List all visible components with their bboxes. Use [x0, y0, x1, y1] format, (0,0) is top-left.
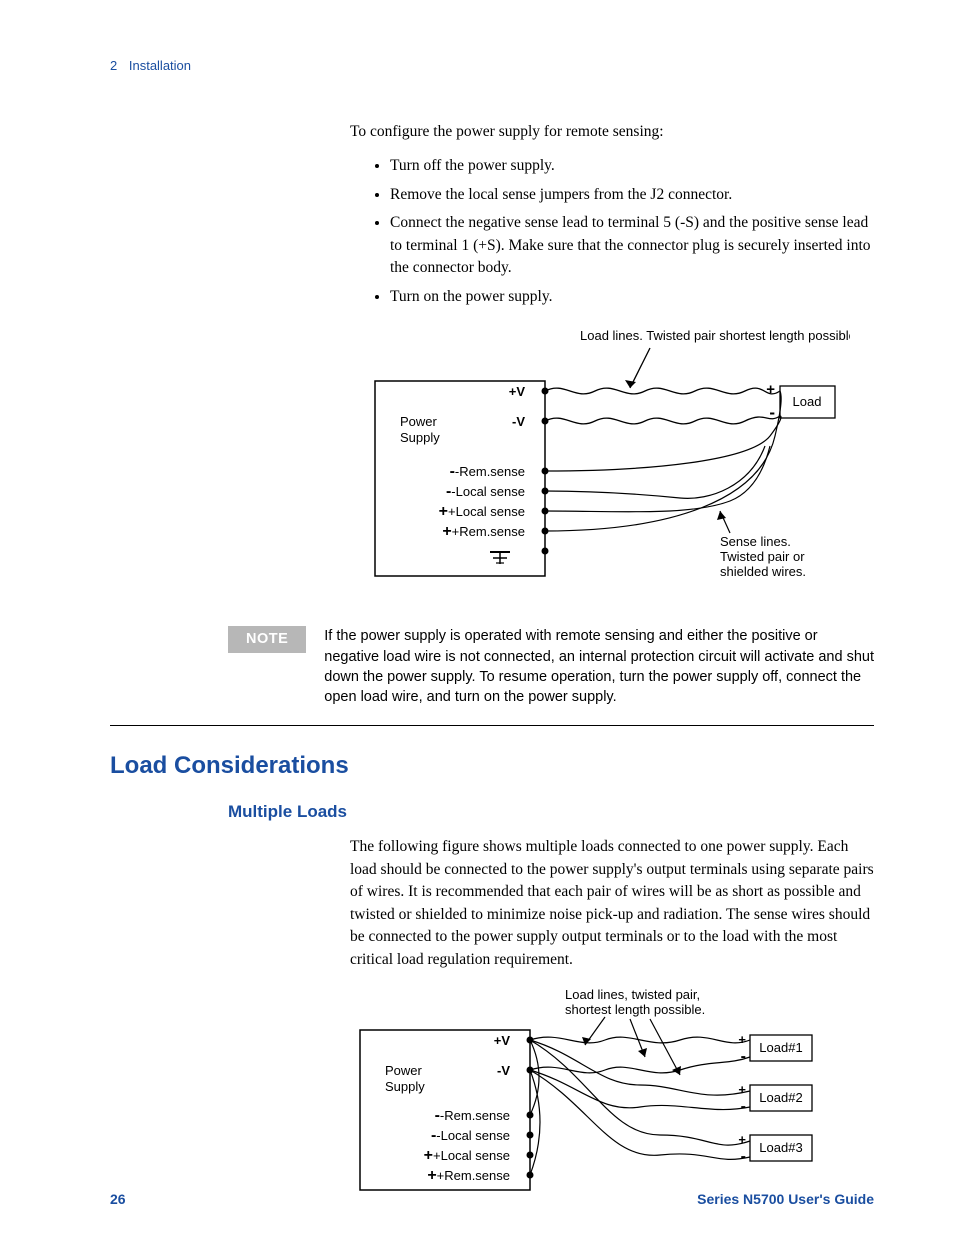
multi-loads-text-block: The following figure shows multiple load… [350, 836, 874, 971]
d2-neg-rem: --Rem.sense [435, 1107, 510, 1124]
d2-plus-v: +V [494, 1033, 511, 1048]
l1-minus: - [741, 1048, 746, 1065]
step-item: Connect the negative sense lead to termi… [390, 212, 874, 279]
note-badge: NOTE [228, 626, 306, 652]
page-number: 26 [110, 1191, 126, 1207]
load1-label: Load#1 [759, 1040, 802, 1055]
page-footer: 26 Series N5700 User's Guide [110, 1191, 874, 1207]
diagram-caption-side: Sense lines. Twisted pair or shielded wi… [720, 534, 808, 579]
power-supply-label: PowerSupply [400, 414, 440, 445]
chapter-title: Installation [129, 58, 191, 73]
remote-sense-diagram: Load lines. Twisted pair shortest length… [350, 326, 874, 606]
pos-loc-label: ++Local sense [439, 503, 525, 520]
load2-label: Load#2 [759, 1090, 802, 1105]
steps-list: Turn off the power supply. Remove the lo… [390, 155, 874, 308]
multiple-loads-diagram: Load lines, twisted pair, shortest lengt… [350, 985, 874, 1195]
d2-pos-loc: ++Local sense [424, 1147, 510, 1164]
load-minus: - [769, 403, 775, 422]
step-item: Remove the local sense jumpers from the … [390, 184, 874, 206]
section-divider [110, 725, 874, 726]
intro-text: To configure the power supply for remote… [350, 121, 874, 143]
d2-power-supply-label: PowerSupply [385, 1063, 425, 1094]
note-text: If the power supply is operated with rem… [324, 626, 874, 707]
subsection-heading: Multiple Loads [228, 802, 874, 822]
load3-label: Load#3 [759, 1140, 802, 1155]
l2-plus: + [738, 1082, 746, 1097]
neg-rem-label: --Rem.sense [450, 463, 525, 480]
step-item: Turn off the power supply. [390, 155, 874, 177]
plus-v-label: +V [509, 384, 526, 399]
l3-minus: - [741, 1148, 746, 1165]
l3-plus: + [738, 1132, 746, 1147]
section-heading: Load Considerations [110, 752, 874, 780]
l2-minus: - [741, 1098, 746, 1115]
intro-block: To configure the power supply for remote… [350, 121, 874, 308]
minus-v-label: -V [512, 414, 525, 429]
l1-plus: + [738, 1032, 746, 1047]
diagram-caption-top: Load lines. Twisted pair shortest length… [580, 328, 850, 343]
multi-loads-text: The following figure shows multiple load… [350, 836, 874, 971]
note-block: NOTE If the power supply is operated wit… [228, 626, 874, 707]
load-label: Load [793, 394, 822, 409]
footer-title: Series N5700 User's Guide [697, 1191, 874, 1207]
d2-pos-rem: ++Rem.sense [427, 1167, 510, 1184]
d2-minus-v: -V [497, 1063, 510, 1078]
chapter-header: 2 Installation [110, 58, 874, 73]
pos-rem-label: ++Rem.sense [442, 523, 525, 540]
neg-loc-label: --Local sense [446, 483, 525, 500]
step-item: Turn on the power supply. [390, 286, 874, 308]
diagram2-caption-top: Load lines, twisted pair, shortest lengt… [565, 987, 705, 1017]
document-page: 2 Installation To configure the power su… [0, 0, 954, 1235]
d2-neg-loc: --Local sense [431, 1127, 510, 1144]
chapter-number: 2 [110, 58, 117, 73]
load-plus: + [766, 381, 775, 398]
